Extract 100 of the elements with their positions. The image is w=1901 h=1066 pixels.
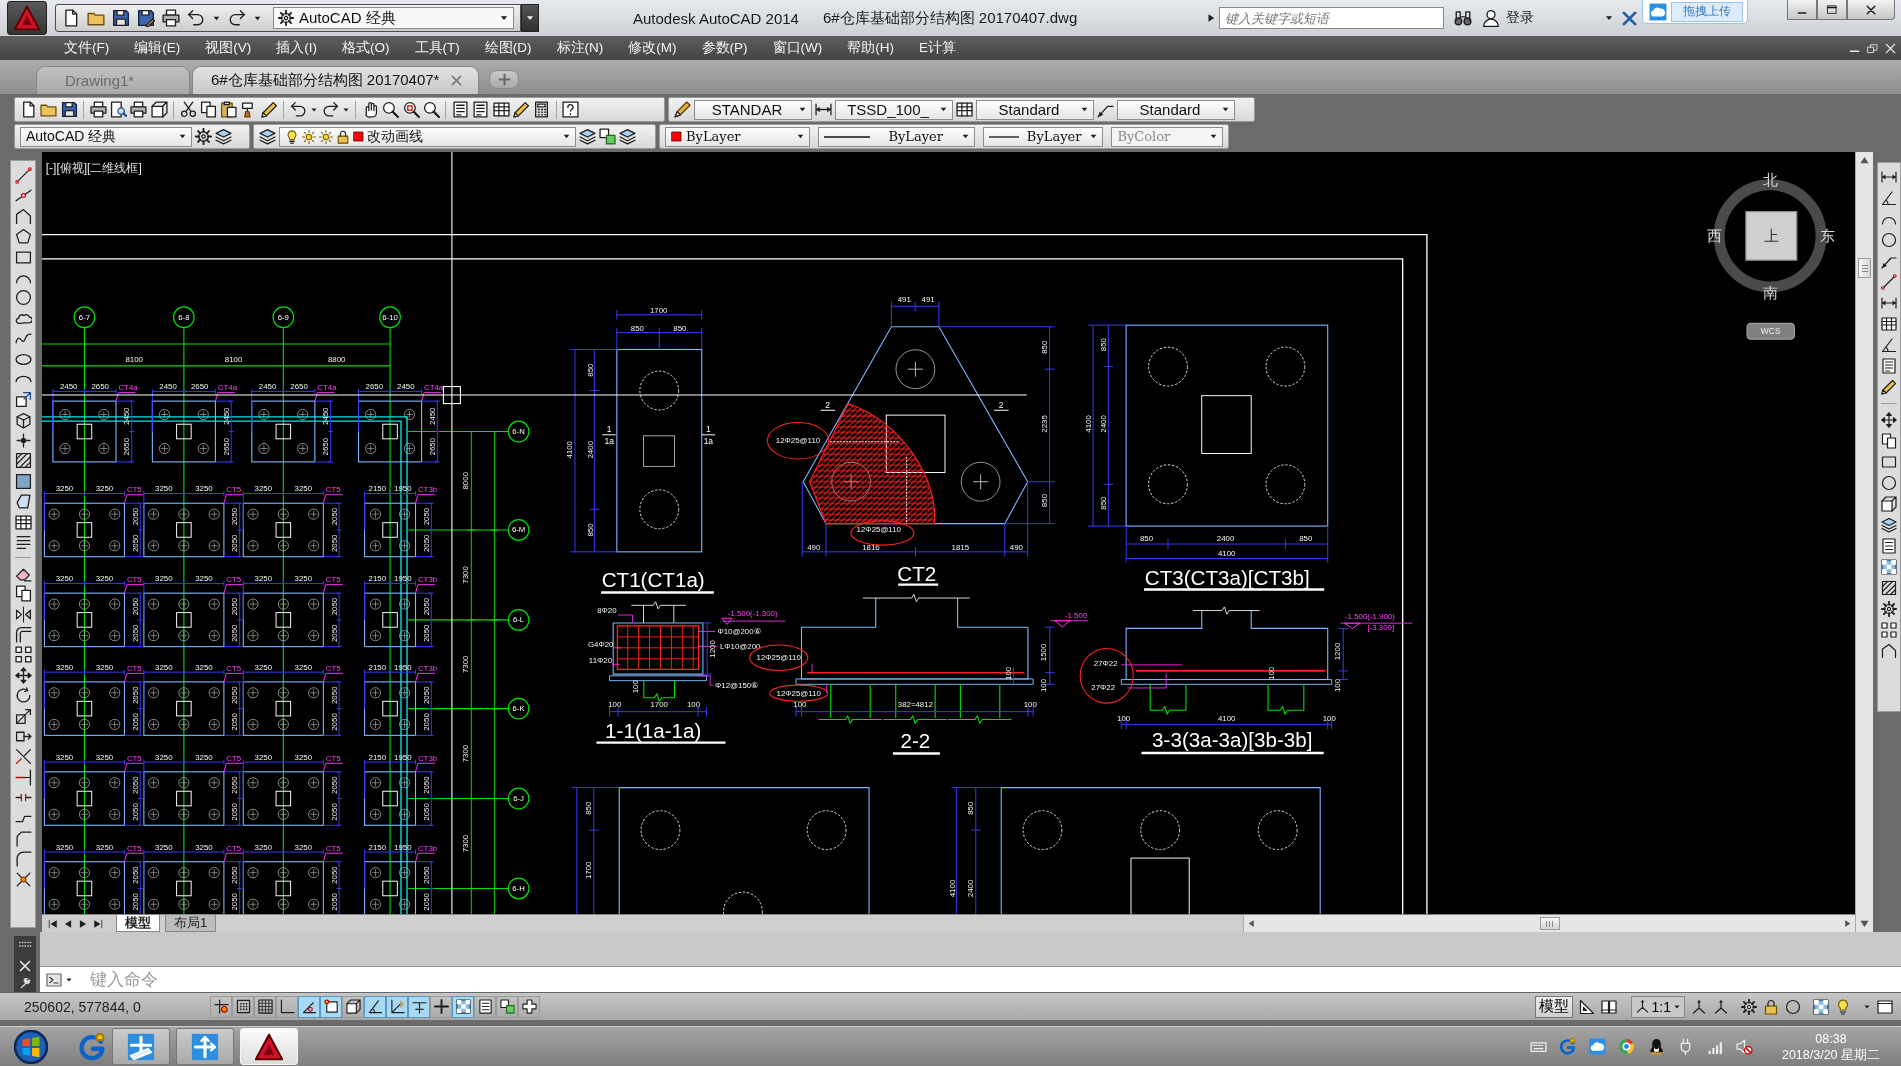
mirror-icon[interactable] <box>14 605 32 623</box>
pen-icon[interactable] <box>674 101 691 118</box>
workspace-dropdown[interactable]: AutoCAD 经典 <box>273 7 514 29</box>
layers-icon[interactable] <box>259 128 276 145</box>
undo-icon[interactable] <box>187 9 205 27</box>
user-icon[interactable] <box>1482 9 1500 27</box>
vertical-scrollbar[interactable] <box>1855 152 1873 932</box>
style-dropdown[interactable]: Standard <box>976 99 1094 120</box>
workspace-dropdown[interactable]: AutoCAD 经典 <box>20 126 192 147</box>
color-swatch-icon[interactable] <box>671 131 682 142</box>
gradient-icon[interactable] <box>14 472 32 490</box>
color-swatch-icon[interactable] <box>353 131 364 142</box>
triangle-ruler-icon[interactable] <box>1578 998 1595 1015</box>
rotate-icon[interactable] <box>14 687 32 705</box>
angle-icon[interactable] <box>1881 337 1897 353</box>
point-icon[interactable] <box>14 432 32 450</box>
extend-icon[interactable] <box>14 768 32 786</box>
annotation-scale-button[interactable]: 1:1 <box>1630 995 1685 1018</box>
save-icon[interactable] <box>60 101 78 118</box>
close-button[interactable] <box>1847 0 1895 20</box>
dimension-icon[interactable] <box>1881 169 1897 185</box>
penguin-icon[interactable] <box>1647 1038 1665 1055</box>
zoom-window-icon[interactable] <box>402 101 420 118</box>
table-icon[interactable] <box>956 101 973 118</box>
checker-icon[interactable] <box>1881 559 1897 575</box>
line-icon[interactable] <box>14 167 32 184</box>
bulb-icon[interactable] <box>1835 998 1851 1015</box>
table-icon[interactable] <box>1881 316 1897 332</box>
viewcube-top-button[interactable]: 上 <box>1745 210 1798 261</box>
gear-icon[interactable] <box>1741 998 1757 1015</box>
scroll-thumb[interactable] <box>1539 917 1560 930</box>
caret-icon[interactable] <box>960 132 970 141</box>
table-icon[interactable] <box>14 513 32 531</box>
triangle-logo-icon[interactable] <box>255 1032 283 1061</box>
checker-icon[interactable] <box>1813 998 1829 1015</box>
angle-icon[interactable] <box>1881 190 1897 206</box>
two-panels-icon[interactable] <box>1600 998 1617 1015</box>
document-icon[interactable] <box>451 101 469 118</box>
style-dropdown[interactable]: Standard <box>1117 99 1235 120</box>
printer-icon[interactable] <box>162 9 180 27</box>
calculator-icon[interactable] <box>533 101 551 118</box>
zoom-icon[interactable] <box>423 101 440 118</box>
application-menu-button[interactable] <box>7 1 47 35</box>
fillet-icon[interactable] <box>14 850 32 868</box>
gear-icon[interactable] <box>278 10 294 26</box>
maximize-icon[interactable] <box>1826 3 1838 16</box>
upload-label[interactable]: 拖拽上传 <box>1671 1 1743 22</box>
color-dropdown[interactable]: ByLayer <box>665 126 811 147</box>
rectangle-icon[interactable] <box>1881 454 1897 470</box>
arrow-left-icon[interactable] <box>1247 919 1256 928</box>
new-file-icon[interactable] <box>20 101 37 118</box>
viewport-controls-label[interactable]: [-][俯视][二维线框] <box>45 160 142 175</box>
arrow-down-icon[interactable] <box>1859 918 1870 929</box>
coordinates-readout[interactable]: 250602, 577844, 0 <box>14 998 210 1015</box>
expand-arrow-icon[interactable] <box>1206 13 1216 23</box>
padlock-icon[interactable] <box>336 129 350 144</box>
explode-icon[interactable] <box>14 870 32 888</box>
menu-item[interactable]: 绘图(D) <box>484 39 532 57</box>
tri-arrows-icon[interactable] <box>1713 998 1729 1015</box>
sun-icon[interactable] <box>302 129 316 144</box>
wrench-icon[interactable] <box>19 978 31 989</box>
move-icon[interactable] <box>1881 412 1897 428</box>
lineweight-dropdown[interactable]: ByLayer <box>982 126 1104 147</box>
arrow-up-icon[interactable] <box>1859 155 1870 166</box>
move-icon[interactable] <box>14 666 32 684</box>
menu-item[interactable]: 工具(T) <box>414 39 460 57</box>
text-lines-icon[interactable] <box>14 534 32 552</box>
last-arrow-icon[interactable] <box>93 918 103 929</box>
trim-icon[interactable] <box>14 748 32 766</box>
bulb-icon[interactable] <box>285 129 299 144</box>
search-field[interactable]: 键入关键字或短语 <box>1219 7 1444 29</box>
sign-in-link[interactable]: 登录 <box>1506 9 1534 27</box>
model-space-button[interactable]: 模型 <box>1534 995 1573 1018</box>
caret-icon[interactable] <box>178 132 187 141</box>
caret-icon[interactable] <box>798 105 807 114</box>
copy-icon[interactable] <box>14 585 32 603</box>
menu-item[interactable]: 视图(V) <box>205 39 252 57</box>
window-icon[interactable] <box>1877 998 1893 1015</box>
pencil-icon[interactable] <box>1881 379 1897 395</box>
clipboard-icon[interactable] <box>220 101 238 118</box>
redo-icon[interactable] <box>321 101 339 118</box>
polyline-icon[interactable] <box>14 207 32 225</box>
gear-icon[interactable] <box>1881 601 1897 617</box>
cross-arrows-icon[interactable] <box>191 1032 219 1061</box>
menu-item[interactable]: 帮助(H) <box>847 39 894 57</box>
polyline-icon[interactable] <box>1881 643 1897 659</box>
layers-icon[interactable] <box>215 128 232 145</box>
close-icon[interactable] <box>1865 3 1877 16</box>
clock-button[interactable]: 08:38 2018/3/20 星期二 <box>1775 1030 1887 1063</box>
layout-tab[interactable]: 模型 <box>116 915 160 932</box>
layer-dropdown[interactable]: 改动画线 <box>279 126 576 147</box>
table-icon[interactable] <box>492 101 510 118</box>
printer-icon[interactable] <box>130 101 148 118</box>
new-file-icon[interactable] <box>62 9 80 27</box>
caret-icon[interactable] <box>1221 105 1230 114</box>
pencil-icon[interactable] <box>512 101 530 118</box>
command-line-handle[interactable] <box>14 936 36 992</box>
menu-item[interactable]: 参数(P) <box>701 39 748 57</box>
line-icon[interactable] <box>1881 274 1897 290</box>
scissors-icon[interactable] <box>179 101 197 118</box>
